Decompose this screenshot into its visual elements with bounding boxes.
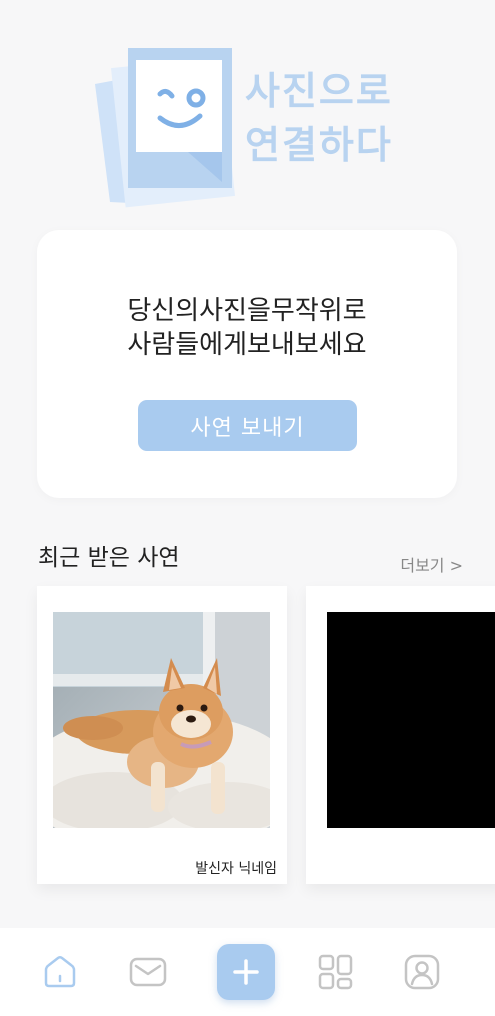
bottom-nav bbox=[0, 928, 495, 1016]
more-link[interactable]: 더보기 > bbox=[400, 552, 463, 576]
story-card[interactable] bbox=[306, 586, 495, 884]
logo-line-1: 사진으로 bbox=[245, 69, 393, 113]
dog-photo bbox=[53, 612, 270, 828]
send-story-button[interactable]: 사연 보내기 bbox=[138, 400, 357, 451]
nav-gallery[interactable] bbox=[316, 928, 356, 1016]
section-title: 최근 받은 사연 bbox=[38, 545, 180, 571]
nav-messages[interactable] bbox=[128, 928, 168, 1016]
intro-line-1: 당신의사진을무작위로 bbox=[127, 296, 367, 326]
dog-photo-image bbox=[53, 612, 270, 828]
intro-line-2: 사람들에게보내보세요 bbox=[127, 330, 367, 360]
photo-frame-logo-icon bbox=[95, 48, 236, 208]
grid-icon bbox=[318, 954, 353, 990]
logo-line-2: 연결하다 bbox=[245, 123, 393, 167]
black-photo bbox=[327, 612, 495, 828]
plus-icon bbox=[233, 959, 259, 985]
sender-nickname: 발신자 닉네임 bbox=[195, 861, 277, 877]
home-icon bbox=[44, 956, 76, 988]
send-story-card: 당신의사진을무작위로 사람들에게보내보세요 사연 보내기 bbox=[37, 230, 457, 498]
story-card[interactable]: 발신자 닉네임 bbox=[37, 586, 287, 884]
mail-icon bbox=[129, 957, 167, 987]
nav-add[interactable] bbox=[217, 928, 275, 1016]
add-button[interactable] bbox=[217, 944, 275, 1000]
nav-profile[interactable] bbox=[402, 928, 442, 1016]
app-logo: 사진으로 연결하다 bbox=[90, 44, 420, 209]
nav-home[interactable] bbox=[40, 928, 80, 1016]
intro-message: 당신의사진을무작위로 사람들에게보내보세요 bbox=[37, 294, 457, 362]
logo-wordmark: 사진으로 연결하다 bbox=[245, 64, 393, 172]
profile-icon bbox=[404, 954, 440, 990]
